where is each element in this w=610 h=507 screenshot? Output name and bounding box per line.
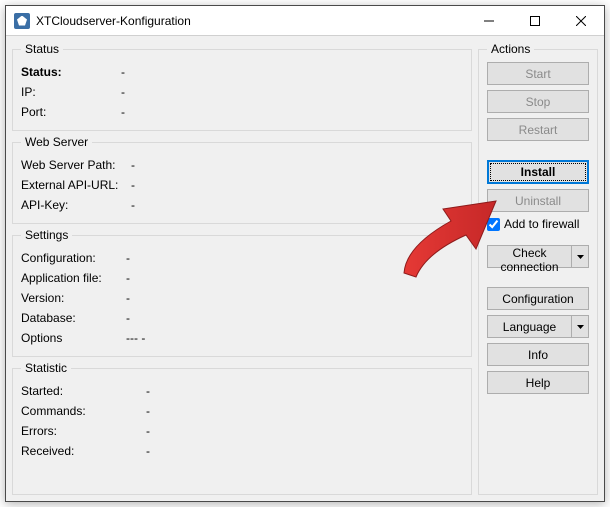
options-label: Options [21,331,126,345]
firewall-checkbox-row[interactable]: Add to firewall [487,217,589,231]
help-button[interactable]: Help [487,371,589,394]
webserver-group: Web Server Web Server Path: - External A… [12,135,472,224]
close-button[interactable] [558,6,604,36]
errors-value: - [146,424,463,438]
apikey-label: API-Key: [21,198,131,212]
ip-value: - [121,85,463,99]
commands-label: Commands: [21,404,146,418]
received-value: - [146,444,463,458]
language-button[interactable]: Language [487,315,589,338]
errors-row: Errors: - [21,421,463,441]
received-row: Received: - [21,441,463,461]
settings-legend: Settings [21,228,72,242]
language-main[interactable]: Language [487,315,572,338]
app-icon [14,13,30,29]
chevron-down-icon [577,325,584,329]
start-button[interactable]: Start [487,62,589,85]
external-api-value: - [131,178,463,192]
config-row: Configuration: - [21,248,463,268]
webserver-path-row: Web Server Path: - [21,155,463,175]
statistic-group: Statistic Started: - Commands: - Errors:… [12,361,472,495]
webserver-path-value: - [131,158,463,172]
settings-group: Settings Configuration: - Application fi… [12,228,472,357]
port-value: - [121,105,463,119]
version-row: Version: - [21,288,463,308]
apikey-row: API-Key: - [21,195,463,215]
uninstall-button[interactable]: Uninstall [487,189,589,212]
appfile-label: Application file: [21,271,126,285]
chevron-down-icon [577,255,584,259]
maximize-button[interactable] [512,6,558,36]
started-row: Started: - [21,381,463,401]
version-label: Version: [21,291,126,305]
status-row: Status: - [21,62,463,82]
language-dropdown[interactable] [572,315,589,338]
started-label: Started: [21,384,146,398]
database-row: Database: - [21,308,463,328]
status-value: - [121,65,463,79]
titlebar: XTCloudserver-Konfiguration [6,6,604,36]
appfile-value: - [126,271,463,285]
configuration-button[interactable]: Configuration [487,287,589,310]
port-row: Port: - [21,102,463,122]
firewall-checkbox[interactable] [487,218,500,231]
check-connection-dropdown[interactable] [572,245,589,268]
database-label: Database: [21,311,126,325]
stop-button[interactable]: Stop [487,90,589,113]
received-label: Received: [21,444,146,458]
commands-row: Commands: - [21,401,463,421]
port-label: Port: [21,105,121,119]
config-value: - [126,251,463,265]
firewall-label: Add to firewall [504,217,579,231]
webserver-legend: Web Server [21,135,92,149]
ip-label: IP: [21,85,121,99]
window-title: XTCloudserver-Konfiguration [36,14,191,28]
errors-label: Errors: [21,424,146,438]
status-legend: Status [21,42,63,56]
commands-value: - [146,404,463,418]
started-value: - [146,384,463,398]
install-button[interactable]: Install [487,160,589,184]
check-connection-main[interactable]: Check connection [487,245,572,268]
database-value: - [126,311,463,325]
status-label: Status: [21,65,121,79]
external-api-row: External API-URL: - [21,175,463,195]
config-label: Configuration: [21,251,126,265]
apikey-value: - [131,198,463,212]
check-connection-button[interactable]: Check connection [487,245,589,268]
status-group: Status Status: - IP: - Port: - [12,42,472,131]
appfile-row: Application file: - [21,268,463,288]
version-value: - [126,291,463,305]
actions-legend: Actions [487,42,534,56]
info-button[interactable]: Info [487,343,589,366]
webserver-path-label: Web Server Path: [21,158,131,172]
ip-row: IP: - [21,82,463,102]
app-window: XTCloudserver-Konfiguration Status Statu… [5,5,605,502]
external-api-label: External API-URL: [21,178,131,192]
statistic-legend: Statistic [21,361,71,375]
options-value: --- - [126,331,463,345]
minimize-button[interactable] [466,6,512,36]
options-row: Options --- - [21,328,463,348]
restart-button[interactable]: Restart [487,118,589,141]
actions-group: Actions Start Stop Restart Install Unins… [478,42,598,495]
